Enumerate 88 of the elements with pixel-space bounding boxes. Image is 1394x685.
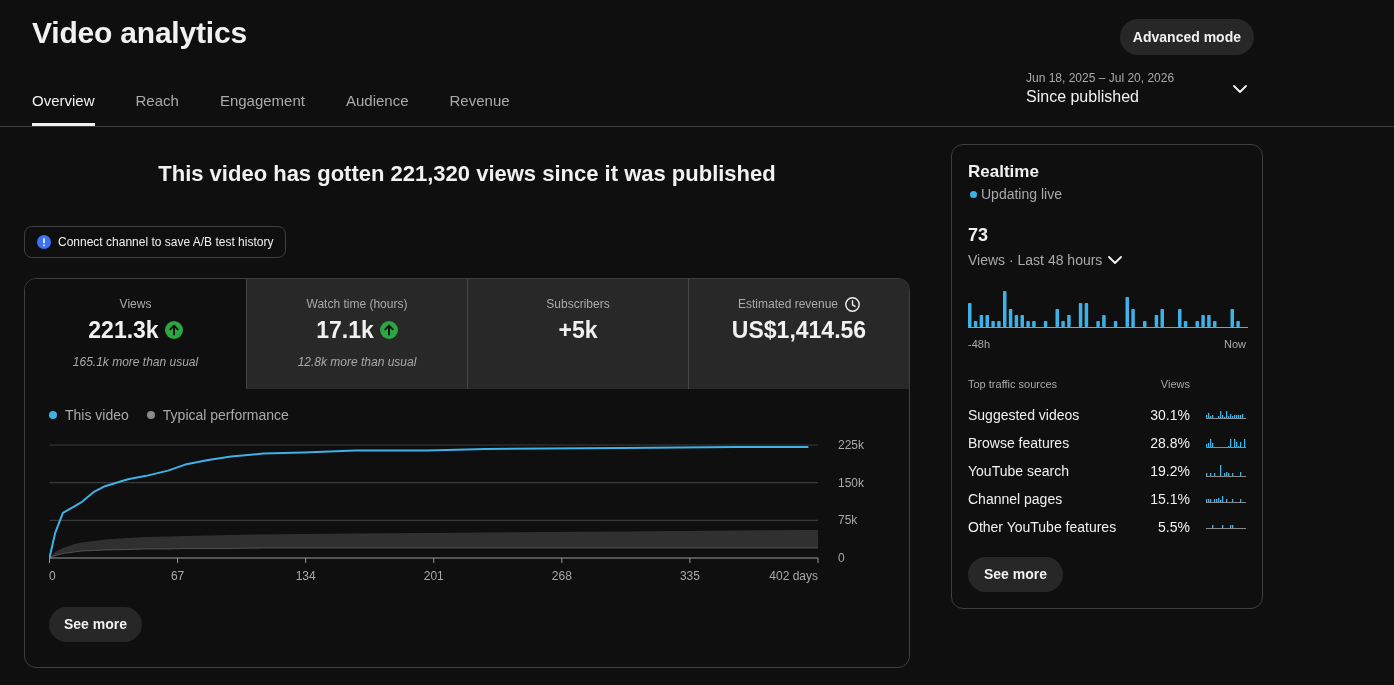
axis-tick-label: 67 bbox=[170, 569, 185, 583]
histogram-bar bbox=[991, 321, 995, 327]
traffic-share: 30.1% bbox=[1150, 406, 1190, 424]
status-dot-icon bbox=[970, 190, 977, 198]
histogram-bar bbox=[1131, 309, 1135, 327]
histogram-bar bbox=[1143, 321, 1147, 327]
sparkline-drawing bbox=[1206, 438, 1246, 448]
axis-tick-label: 75k bbox=[838, 513, 858, 528]
histogram-bar bbox=[1195, 321, 1199, 327]
traffic-source: Channel pages bbox=[968, 490, 1064, 508]
page-title: Video analytics bbox=[32, 15, 247, 51]
headline: This video has gotten 221,320 views since it was published bbox=[158, 160, 776, 188]
sparkline-drawing bbox=[1206, 411, 1246, 419]
metric-tab[interactable]: Watch time (hours) 17.1k 12.8k more than usual bbox=[246, 279, 467, 389]
histogram-bar bbox=[1096, 321, 1100, 327]
view-count: 73 bbox=[968, 224, 989, 247]
nav-tab[interactable]: Audience bbox=[345, 91, 409, 126]
traffic-share: 5.5% bbox=[1158, 518, 1190, 536]
traffic-source: Other YouTube features bbox=[968, 518, 1118, 536]
axis-tick-label: 0 bbox=[49, 569, 56, 583]
see-more-button[interactable]: See more bbox=[968, 557, 1064, 592]
status-text: Updating live bbox=[981, 185, 1062, 204]
traffic-source: Browse features bbox=[968, 434, 1071, 452]
metric-value: 17.1k bbox=[316, 316, 374, 345]
clock-icon bbox=[845, 296, 861, 312]
metric-label: Estimated revenue bbox=[737, 296, 839, 312]
histogram-bar bbox=[1230, 309, 1234, 327]
axis-tick-label: 134 bbox=[295, 569, 316, 583]
histogram-bar bbox=[1032, 321, 1036, 327]
histogram-bar bbox=[1207, 315, 1211, 327]
axis-tick-label: 201 bbox=[423, 569, 444, 583]
metric-tab[interactable]: Estimated revenue US$1,414.56 bbox=[688, 279, 909, 389]
column-header: Top traffic sources bbox=[968, 377, 1058, 391]
histogram-bar bbox=[1043, 321, 1048, 327]
nav-tab[interactable]: Reach bbox=[135, 91, 179, 126]
metric-label: Watch time (hours) bbox=[306, 296, 408, 312]
traffic-share: 15.1% bbox=[1150, 490, 1190, 508]
histogram-bar bbox=[997, 321, 1001, 327]
nav-tab[interactable]: Overview bbox=[32, 91, 95, 126]
legend-label: This video bbox=[65, 407, 129, 423]
axis-tick-label: 150k bbox=[838, 475, 865, 490]
histogram-bar bbox=[1102, 315, 1106, 327]
metric-value: 221.3k bbox=[88, 316, 159, 345]
chevron-down-icon bbox=[1233, 85, 1247, 93]
metric-value: US$1,414.56 bbox=[731, 316, 867, 345]
traffic-source: Suggested videos bbox=[968, 406, 1081, 424]
period-dropdown[interactable]: Views · Last 48 hours bbox=[968, 250, 1123, 270]
axis-label: Now bbox=[1224, 337, 1246, 351]
axis-label: -48h bbox=[968, 337, 991, 351]
traffic-share: 19.2% bbox=[1150, 462, 1190, 480]
info-icon bbox=[37, 235, 51, 249]
advanced-mode-button[interactable]: Advanced mode bbox=[1119, 19, 1254, 55]
column-header: Views bbox=[1160, 377, 1190, 391]
axis-tick-label: 0 bbox=[838, 551, 845, 565]
histogram-bar bbox=[1055, 309, 1059, 327]
histogram-bar bbox=[1236, 321, 1240, 327]
nav-tab[interactable]: Revenue bbox=[449, 91, 510, 126]
traffic-share: 28.8% bbox=[1150, 434, 1190, 452]
legend-dot-icon bbox=[49, 411, 57, 419]
metric-tab[interactable]: Subscribers +5k bbox=[467, 279, 688, 389]
date-range-dropdown[interactable]: Jun 18, 2025 – Jul 20, 2026 Since published bbox=[1026, 70, 1254, 126]
histogram-bar bbox=[1061, 321, 1065, 327]
histogram-bar bbox=[1067, 315, 1071, 327]
axis-tick-label: 335 bbox=[679, 569, 700, 583]
axis-tick-label: 225k bbox=[838, 438, 865, 452]
sparkline-drawing bbox=[1206, 495, 1246, 503]
axis-tick-label: 402 days bbox=[769, 569, 818, 583]
sparkline-drawing bbox=[1206, 525, 1246, 529]
metric-value: +5k bbox=[558, 316, 598, 345]
sparkline-drawing bbox=[1206, 465, 1246, 477]
metric-label: Views bbox=[119, 296, 152, 312]
histogram-bar bbox=[1213, 321, 1217, 327]
histogram-bar bbox=[1026, 321, 1030, 327]
see-more-button[interactable]: See more bbox=[49, 607, 143, 642]
axis-tick-label: 268 bbox=[551, 569, 572, 583]
metric-note: 12.8k more than usual bbox=[297, 354, 417, 370]
legend-dot-icon bbox=[146, 411, 155, 419]
panel-title: Realtime bbox=[968, 161, 1039, 183]
metric-label: Subscribers bbox=[546, 296, 610, 312]
metric-note: 165.1k more than usual bbox=[72, 354, 199, 370]
chevron-down-icon bbox=[1108, 256, 1123, 264]
nav-tab[interactable]: Engagement bbox=[219, 91, 305, 126]
connect-channel-button[interactable]: Connect channel to save A/B test history bbox=[24, 226, 287, 258]
legend-label: Typical performance bbox=[162, 407, 289, 423]
histogram-bar bbox=[1125, 297, 1129, 327]
traffic-source: YouTube search bbox=[968, 462, 1070, 480]
histogram-bar bbox=[1113, 321, 1118, 327]
histogram-bar bbox=[1201, 315, 1205, 327]
